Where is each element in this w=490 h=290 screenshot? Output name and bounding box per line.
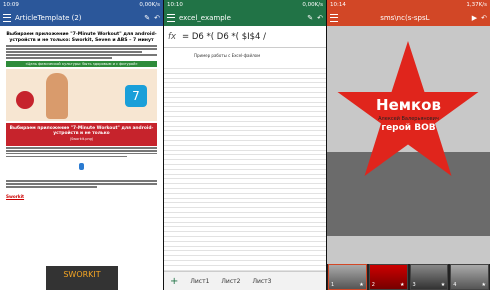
slide-canvas[interactable]: Немков Алексей Валерьянович герой ВОВ	[327, 26, 490, 264]
grid-line	[164, 221, 326, 223]
grid-line	[164, 260, 326, 261]
hero-caption: герой ВОВ	[381, 123, 436, 133]
presentation-title: sms\nc(s-spsL	[380, 14, 430, 22]
grid-line	[164, 207, 326, 209]
fx-icon: fx	[168, 31, 177, 42]
word-app-bar: ArticleTemplate (2) ✎ ↶	[0, 10, 163, 26]
grid-line	[164, 130, 326, 132]
presentation-panel: 10:14 1,37K/s sms\nc(s-spsL ▶ ↶ Немков А…	[327, 0, 490, 290]
menu-icon[interactable]	[3, 14, 11, 22]
hero-name: Немков	[376, 96, 441, 114]
promo-banner: Выбираем приложение "7-Minute Workout" д…	[6, 122, 157, 146]
grid-line	[164, 178, 326, 180]
grid-line	[164, 87, 326, 89]
grid-line	[164, 168, 326, 170]
promo-text: Выбираем приложение "7-Minute Workout" д…	[9, 125, 154, 137]
grid-line	[164, 68, 326, 69]
grid-line	[164, 140, 326, 141]
grid-line	[164, 231, 326, 233]
status-time: 10:10	[167, 2, 183, 8]
grid-line	[164, 92, 326, 93]
grid-line	[164, 264, 326, 266]
grid-line	[164, 192, 326, 194]
document-body[interactable]: Выбираем приложение "7-Minute Workout" д…	[0, 26, 163, 290]
grid-line	[164, 202, 326, 204]
fitness-image: 7	[6, 68, 157, 121]
menu-icon[interactable]	[330, 14, 338, 22]
grid-line	[164, 240, 326, 242]
grid-line	[164, 236, 326, 237]
grid-line	[164, 116, 326, 117]
slide-thumbnails: 1 ★ 2 ★ 3 ★ 4 ★	[327, 264, 490, 290]
undo-icon[interactable]: ↶	[481, 14, 487, 22]
formula-bar[interactable]: fx = D6 *( D6 *( $I$4 /	[164, 26, 326, 48]
grid-line	[164, 226, 326, 228]
grid-line	[164, 82, 326, 84]
sheet-title: Пример работы с Excel-файлом	[194, 53, 261, 58]
edit-icon[interactable]: ✎	[144, 14, 150, 22]
spreadsheet-grid[interactable]: Пример работы с Excel-файлом	[164, 48, 326, 285]
hero-fullname: Алексей Валерьянович	[378, 116, 439, 122]
presentation-app-bar: sms\nc(s-spsL ▶ ↶	[327, 10, 490, 26]
status-speed: 0,00K/s	[139, 2, 160, 8]
tab-sheet2[interactable]: Лист2	[215, 278, 246, 285]
grid-line	[164, 188, 326, 189]
grid-line	[164, 164, 326, 165]
slide-thumb[interactable]: 3 ★	[409, 264, 449, 290]
menu-icon[interactable]	[167, 14, 175, 22]
status-time: 10:14	[330, 2, 346, 8]
grid-line	[164, 72, 326, 74]
slide-thumb[interactable]: 4 ★	[450, 264, 489, 290]
grid-line	[164, 154, 326, 156]
grid-line	[164, 212, 326, 213]
grid-line	[164, 250, 326, 252]
grid-line	[164, 183, 326, 185]
grid-line	[164, 216, 326, 218]
slide-thumb[interactable]: 1 ★	[328, 264, 367, 290]
undo-icon[interactable]: ↶	[154, 14, 160, 22]
grid-line	[164, 135, 326, 137]
grid-line	[164, 149, 326, 151]
grid-line	[164, 111, 326, 113]
status-speed: 0,00K/s	[302, 2, 323, 8]
text-cursor-handle[interactable]	[79, 163, 84, 171]
formula-text: = D6 *( D6 *( $I$4 /	[182, 31, 266, 42]
grid-line	[164, 77, 326, 79]
undo-icon[interactable]: ↶	[317, 14, 323, 22]
grid-line	[164, 255, 326, 257]
document-title: ArticleTemplate (2)	[15, 14, 82, 22]
grid-line	[164, 245, 326, 247]
play-icon[interactable]: ▶	[472, 14, 477, 22]
edit-icon[interactable]: ✎	[307, 14, 313, 22]
grid-line	[164, 125, 326, 127]
status-bar: 10:14 1,37K/s	[327, 0, 490, 10]
document-heading: Выбираем приложение "7-Minute Workout" д…	[6, 32, 157, 43]
grid-line	[164, 173, 326, 175]
grid-line	[164, 101, 326, 103]
status-speed: 1,37K/s	[466, 2, 487, 8]
excel-app-bar: excel_example ✎ ↶	[164, 10, 326, 26]
status-bar: 10:09 0,00K/s	[0, 0, 163, 10]
tab-sheet1[interactable]: Лист1	[184, 278, 215, 285]
workbook-title: excel_example	[179, 14, 231, 22]
sheet-tabs: + Лист1 Лист2 Лист3	[164, 271, 326, 290]
status-time: 10:09	[3, 2, 19, 8]
grid-line	[164, 197, 326, 199]
grid-line	[164, 106, 326, 108]
sworkit-link[interactable]: Sworkit	[6, 194, 157, 199]
promo-subtext: (Sworkit.png)	[69, 137, 94, 142]
grid-line	[164, 159, 326, 161]
sworkit-logo: SWORKIT	[46, 266, 118, 290]
grid-line	[164, 144, 326, 146]
grid-line	[164, 96, 326, 98]
tab-sheet3[interactable]: Лист3	[246, 278, 277, 285]
slide-thumb[interactable]: 2 ★	[368, 264, 408, 290]
word-panel: 10:09 0,00K/s ArticleTemplate (2) ✎ ↶ Вы…	[0, 0, 163, 290]
quote-banner: «Цель физической культуры: быть здоровым…	[6, 60, 157, 67]
status-bar: 10:10 0,00K/s	[164, 0, 326, 10]
grid-line	[164, 120, 326, 122]
add-sheet-icon[interactable]: +	[164, 276, 184, 287]
excel-panel: 10:10 0,00K/s excel_example ✎ ↶ fx = D6 …	[164, 0, 326, 290]
seven-app-icon: 7	[125, 84, 147, 107]
